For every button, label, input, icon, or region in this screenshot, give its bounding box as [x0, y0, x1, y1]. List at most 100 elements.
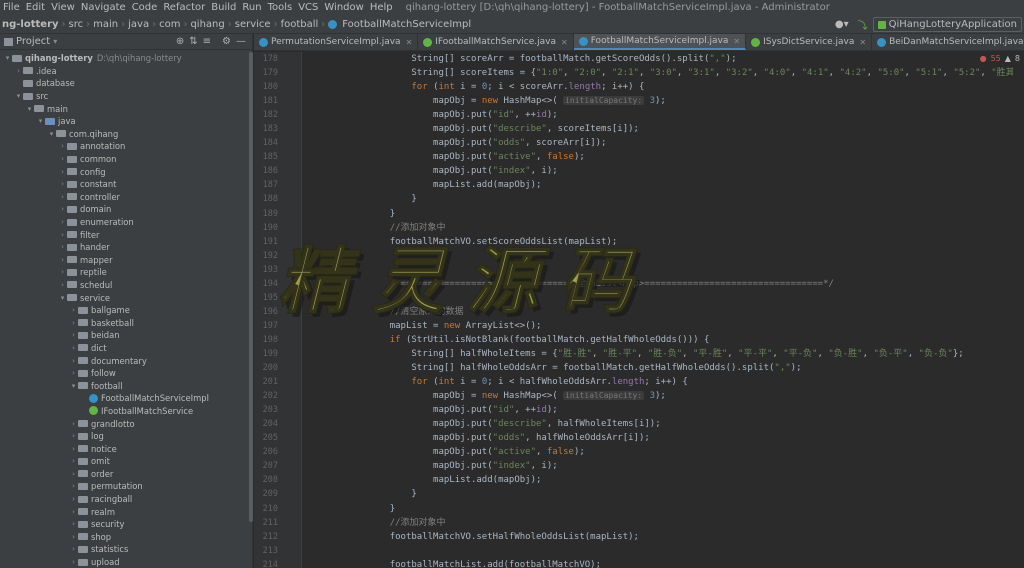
- close-icon[interactable]: ✕: [733, 37, 740, 46]
- close-icon[interactable]: ✕: [561, 38, 568, 47]
- tree-item[interactable]: › security: [0, 518, 252, 531]
- code-editor[interactable]: String[] scoreArr = footballMatch.getSco…: [303, 52, 1013, 568]
- tree-item[interactable]: IFootballMatchService: [0, 405, 252, 418]
- chevron-right-icon[interactable]: ›: [58, 231, 67, 239]
- tree-item[interactable]: › realm: [0, 505, 252, 518]
- menu-item-file[interactable]: File: [0, 2, 23, 13]
- chevron-right-icon[interactable]: ›: [58, 243, 67, 251]
- breadcrumb-item[interactable]: java: [126, 19, 151, 30]
- tree-item[interactable]: › beidan: [0, 329, 252, 342]
- gear-icon[interactable]: ⚙: [222, 36, 231, 47]
- editor-tab[interactable]: FootballMatchServiceImpl.java ✕: [573, 34, 747, 50]
- chevron-down-icon[interactable]: ▾: [3, 54, 12, 62]
- menu-item-navigate[interactable]: Navigate: [78, 2, 129, 13]
- tree-item[interactable]: ▾ service: [0, 291, 252, 304]
- expand-all-icon[interactable]: ⇅: [189, 36, 197, 47]
- menu-item-tools[interactable]: Tools: [265, 2, 296, 13]
- chevron-down-icon[interactable]: ▾: [47, 130, 56, 138]
- hide-icon[interactable]: —: [236, 36, 246, 47]
- collapse-all-icon[interactable]: ≡: [203, 36, 211, 47]
- chevron-down-icon[interactable]: ▾: [25, 105, 34, 113]
- tree-item[interactable]: › documentary: [0, 354, 252, 367]
- menu-item-view[interactable]: View: [48, 2, 78, 13]
- chevron-right-icon[interactable]: ›: [58, 281, 67, 289]
- breadcrumb-item[interactable]: src: [67, 19, 86, 30]
- chevron-down-icon[interactable]: ▾: [58, 294, 67, 302]
- tree-item[interactable]: ▾ com.qihang: [0, 128, 252, 141]
- chevron-right-icon[interactable]: ›: [69, 445, 78, 453]
- tree-item[interactable]: ▾ java: [0, 115, 252, 128]
- tree-item[interactable]: database: [0, 77, 252, 90]
- chevron-right-icon[interactable]: ›: [58, 142, 67, 150]
- tree-item[interactable]: › reptile: [0, 266, 252, 279]
- editor-tab[interactable]: BeiDanMatchServiceImpl.java✕: [872, 34, 1024, 50]
- chevron-down-icon[interactable]: ▾: [14, 92, 23, 100]
- menu-item-run[interactable]: Run: [239, 2, 264, 13]
- inspection-status[interactable]: ● 55 ▲ 8: [979, 54, 1020, 63]
- tree-item[interactable]: › common: [0, 153, 252, 166]
- chevron-right-icon[interactable]: ›: [69, 508, 78, 516]
- tree-item[interactable]: › constant: [0, 178, 252, 191]
- chevron-right-icon[interactable]: ›: [69, 482, 78, 490]
- tree-item[interactable]: › mapper: [0, 254, 252, 267]
- menu-item-edit[interactable]: Edit: [23, 2, 48, 13]
- tree-item[interactable]: › notice: [0, 442, 252, 455]
- chevron-right-icon[interactable]: ›: [58, 268, 67, 276]
- breadcrumb-item[interactable]: FootballMatchServiceImpl: [340, 19, 473, 30]
- tree-item[interactable]: › order: [0, 468, 252, 481]
- tree-item[interactable]: › basketball: [0, 316, 252, 329]
- tree-item[interactable]: › hander: [0, 241, 252, 254]
- tree-item[interactable]: › controller: [0, 191, 252, 204]
- project-view-label[interactable]: Project: [16, 36, 50, 47]
- chevron-right-icon[interactable]: ›: [69, 495, 78, 503]
- tree-item[interactable]: › follow: [0, 367, 252, 380]
- menu-item-refactor[interactable]: Refactor: [160, 2, 208, 13]
- chevron-right-icon[interactable]: ›: [69, 357, 78, 365]
- tree-item[interactable]: › log: [0, 430, 252, 443]
- close-icon[interactable]: ✕: [406, 38, 413, 47]
- tree-item[interactable]: › omit: [0, 455, 252, 468]
- tree-item[interactable]: › .idea: [0, 65, 252, 78]
- tree-item[interactable]: ▾ main: [0, 102, 252, 115]
- tree-item[interactable]: › racingball: [0, 493, 252, 506]
- editor-tab[interactable]: ISysDictService.java ✕: [746, 34, 873, 50]
- chevron-right-icon[interactable]: ›: [69, 533, 78, 541]
- tree-item[interactable]: ▾ football: [0, 379, 252, 392]
- chevron-right-icon[interactable]: ›: [69, 306, 78, 314]
- project-scrollbar[interactable]: [249, 52, 253, 522]
- editor-tab[interactable]: IFootballMatchService.java ✕: [418, 34, 574, 50]
- chevron-right-icon[interactable]: ›: [58, 256, 67, 264]
- breadcrumb-item[interactable]: service: [233, 19, 273, 30]
- tree-item[interactable]: › dict: [0, 342, 252, 355]
- tree-item[interactable]: › permutation: [0, 480, 252, 493]
- chevron-right-icon[interactable]: ›: [58, 180, 67, 188]
- run-configuration-select[interactable]: QiHangLotteryApplication: [872, 17, 1022, 32]
- chevron-right-icon[interactable]: ›: [69, 558, 78, 566]
- chevron-right-icon[interactable]: ›: [69, 420, 78, 428]
- chevron-right-icon[interactable]: ›: [58, 218, 67, 226]
- menu-item-vcs[interactable]: VCS: [295, 2, 321, 13]
- user-icon[interactable]: ●▾: [831, 19, 853, 30]
- chevron-right-icon[interactable]: ›: [69, 369, 78, 377]
- chevron-right-icon[interactable]: ›: [58, 193, 67, 201]
- tree-item[interactable]: › filter: [0, 228, 252, 241]
- tree-item[interactable]: › enumeration: [0, 216, 252, 229]
- locate-icon[interactable]: ⊕: [176, 36, 184, 47]
- chevron-right-icon[interactable]: ›: [58, 205, 67, 213]
- chevron-down-icon[interactable]: ▾: [69, 382, 78, 390]
- chevron-right-icon[interactable]: ›: [69, 520, 78, 528]
- chevron-right-icon[interactable]: ›: [69, 432, 78, 440]
- chevron-right-icon[interactable]: ›: [58, 168, 67, 176]
- tree-item[interactable]: ▾ src: [0, 90, 252, 103]
- tree-item[interactable]: › annotation: [0, 140, 252, 153]
- chevron-right-icon[interactable]: ›: [58, 155, 67, 163]
- breadcrumb-item[interactable]: qihang: [188, 19, 226, 30]
- tree-item[interactable]: › config: [0, 165, 252, 178]
- chevron-right-icon[interactable]: ›: [69, 545, 78, 553]
- tree-item[interactable]: › statistics: [0, 543, 252, 556]
- tree-item[interactable]: FootballMatchServiceImpl: [0, 392, 252, 405]
- breadcrumb-item[interactable]: com: [157, 19, 182, 30]
- tree-item[interactable]: › upload: [0, 556, 252, 568]
- tree-item[interactable]: › grandlotto: [0, 417, 252, 430]
- menu-item-help[interactable]: Help: [367, 2, 396, 13]
